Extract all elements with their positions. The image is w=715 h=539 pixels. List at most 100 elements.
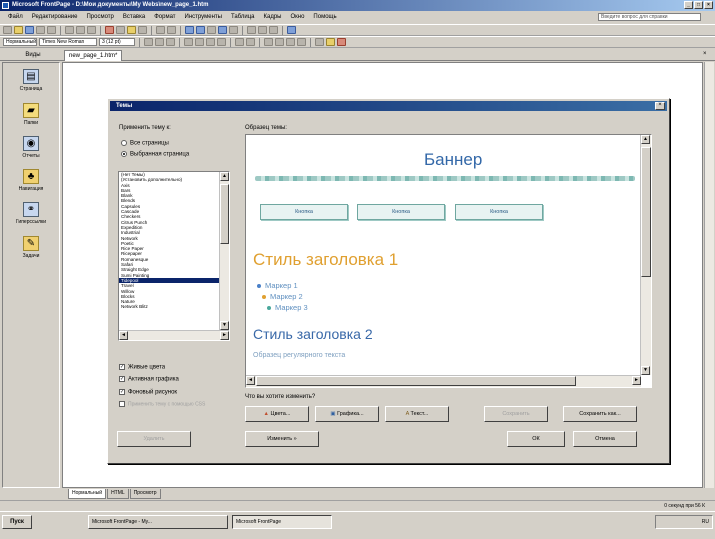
theme-list-item[interactable]: Network Blitz	[119, 304, 229, 309]
tab-normal[interactable]: Нормальный	[68, 489, 107, 499]
decrease-font-icon[interactable]	[246, 38, 255, 46]
new-page-icon[interactable]	[3, 26, 12, 34]
theme-list-vscroll[interactable]: ▲ ▼	[219, 172, 229, 330]
preview-scroll-thumb[interactable]	[641, 147, 651, 277]
increase-font-icon[interactable]	[235, 38, 244, 46]
check-active-graphics[interactable]: ✓ Активная графика	[119, 376, 179, 383]
redo-icon[interactable]	[167, 26, 176, 34]
font-select[interactable]: Times New Roman	[39, 38, 97, 46]
decrease-indent-icon[interactable]	[286, 38, 295, 46]
view-page[interactable]: ▤ Страница	[3, 69, 59, 92]
delete-theme-button[interactable]: Удалить	[117, 431, 191, 447]
font-color-icon[interactable]	[337, 38, 346, 46]
radio-all-pages[interactable]: Все страницы	[121, 140, 169, 147]
editor-vertical-scrollbar[interactable]	[704, 62, 714, 488]
scroll-left-icon[interactable]: ◄	[119, 331, 128, 340]
radio-selected-page[interactable]: Выбранная страница	[121, 151, 189, 158]
check-css-box[interactable]	[119, 401, 125, 407]
preview-icon[interactable]	[76, 26, 85, 34]
close-button[interactable]: ×	[704, 1, 713, 9]
hyperlink-icon[interactable]	[229, 26, 238, 34]
justify-icon[interactable]	[217, 38, 226, 46]
help-icon[interactable]	[287, 26, 296, 34]
menu-edit[interactable]: Редактирование	[32, 14, 78, 20]
view-hyperlinks[interactable]: ⚭ Гиперссылки	[3, 202, 59, 225]
highlight-icon[interactable]	[326, 38, 335, 46]
maximize-button[interactable]: □	[694, 1, 703, 9]
menu-frames[interactable]: Кадры	[263, 14, 281, 20]
undo-icon[interactable]	[156, 26, 165, 34]
preview-horizontal-scrollbar[interactable]: ◄ ►	[246, 375, 641, 387]
tab-preview[interactable]: Просмотр	[129, 489, 161, 499]
preview-vertical-scrollbar[interactable]: ▲ ▼	[640, 135, 651, 375]
save-as-theme-button[interactable]: Сохранить как...	[563, 406, 637, 422]
menu-format[interactable]: Формат	[154, 14, 175, 20]
menu-window[interactable]: Окно	[290, 14, 304, 20]
graphics-button[interactable]: ▣ Графика...	[315, 406, 379, 422]
bullets-icon[interactable]	[275, 38, 284, 46]
copy-icon[interactable]	[116, 26, 125, 34]
underline-icon[interactable]	[166, 38, 175, 46]
paste-icon[interactable]	[127, 26, 136, 34]
align-center-icon[interactable]	[195, 38, 204, 46]
view-navigation[interactable]: ♣ Навигация	[3, 169, 59, 192]
start-button[interactable]: Пуск	[2, 515, 32, 529]
text-button[interactable]: A Текст...	[385, 406, 449, 422]
radio-all-pages-indicator[interactable]	[121, 140, 127, 146]
increase-indent-icon[interactable]	[297, 38, 306, 46]
font-size-select[interactable]: 3 (12 pt)	[99, 38, 135, 46]
refresh-icon[interactable]	[247, 26, 256, 34]
insert-table-icon[interactable]	[196, 26, 205, 34]
menu-tools[interactable]: Инструменты	[185, 14, 222, 20]
close-document-icon[interactable]: ×	[703, 51, 707, 57]
web-component-icon[interactable]	[185, 26, 194, 34]
dialog-close-button[interactable]: ×	[655, 102, 665, 110]
ok-button[interactable]: ОК	[507, 431, 565, 447]
save-theme-button[interactable]: Сохранить	[484, 406, 548, 422]
preview-scroll-left-icon[interactable]: ◄	[246, 376, 255, 385]
insert-picture-icon[interactable]	[207, 26, 216, 34]
format-painter-icon[interactable]	[138, 26, 147, 34]
minimize-button[interactable]: _	[684, 1, 693, 9]
preview-scroll-up-icon[interactable]: ▲	[641, 135, 650, 144]
preview-scroll-down-icon[interactable]: ▼	[641, 366, 650, 375]
menu-insert[interactable]: Вставка	[123, 14, 145, 20]
menu-help[interactable]: Помощь	[313, 14, 336, 20]
check-background-box[interactable]: ✓	[119, 389, 125, 395]
spelling-icon[interactable]	[87, 26, 96, 34]
view-tasks[interactable]: ✎ Задачи	[3, 236, 59, 259]
check-active-graphics-box[interactable]: ✓	[119, 376, 125, 382]
view-reports[interactable]: ◉ Отчеты	[3, 136, 59, 159]
colors-button[interactable]: ▲ Цвета...	[245, 406, 309, 422]
bold-icon[interactable]	[144, 38, 153, 46]
print-icon[interactable]	[65, 26, 74, 34]
preview-scroll-right-icon[interactable]: ►	[632, 376, 641, 385]
modify-button[interactable]: Изменить »	[245, 431, 319, 447]
publish-icon[interactable]	[36, 26, 45, 34]
borders-icon[interactable]	[315, 38, 324, 46]
scroll-up-icon[interactable]: ▲	[220, 172, 229, 181]
open-icon[interactable]	[14, 26, 23, 34]
check-background[interactable]: ✓ Фоновый рисунок	[119, 389, 177, 396]
taskbar-item-frontpage[interactable]: Microsoft FrontPage	[232, 515, 332, 529]
menu-view[interactable]: Просмотр	[86, 14, 113, 20]
tab-html[interactable]: HTML	[107, 489, 129, 499]
align-left-icon[interactable]	[184, 38, 193, 46]
scroll-right-icon[interactable]: ►	[220, 331, 229, 340]
document-tab[interactable]: new_page_1.htm*	[64, 50, 122, 61]
theme-list-scroll-thumb[interactable]	[220, 184, 229, 244]
stop-icon[interactable]	[258, 26, 267, 34]
check-css[interactable]: Применить тему с помощью CSS	[119, 401, 231, 407]
menu-table[interactable]: Таблица	[231, 14, 255, 20]
save-icon[interactable]	[25, 26, 34, 34]
italic-icon[interactable]	[155, 38, 164, 46]
style-select[interactable]: Нормальный	[3, 38, 37, 46]
cut-icon[interactable]	[105, 26, 114, 34]
menu-file[interactable]: Файл	[8, 14, 23, 20]
help-search-input[interactable]: Введите вопрос для справки	[598, 13, 701, 21]
drawing-icon[interactable]	[218, 26, 227, 34]
view-folders[interactable]: ▰ Папки	[3, 103, 59, 126]
show-all-icon[interactable]	[269, 26, 278, 34]
taskbar-item-web[interactable]: Microsoft FrontPage - My...	[88, 515, 228, 529]
scroll-down-icon[interactable]: ▼	[220, 321, 229, 330]
